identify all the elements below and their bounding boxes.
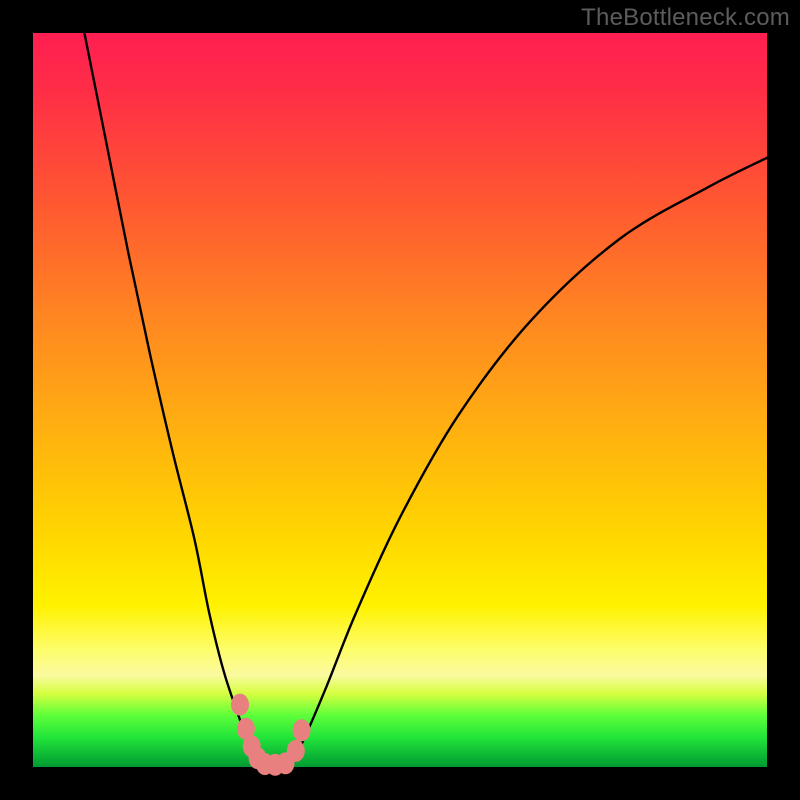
outer-frame: TheBottleneck.com [0, 0, 800, 800]
left-branch-curve [84, 33, 264, 767]
left-branch-path [84, 33, 264, 767]
chart-svg [33, 33, 767, 767]
highlight-dot [287, 740, 305, 762]
highlight-dot [231, 694, 249, 716]
watermark-text: TheBottleneck.com [581, 4, 790, 32]
right-branch-path [290, 158, 767, 767]
right-branch-curve [290, 158, 767, 767]
highlight-markers [231, 694, 311, 776]
highlight-dot [293, 719, 311, 741]
